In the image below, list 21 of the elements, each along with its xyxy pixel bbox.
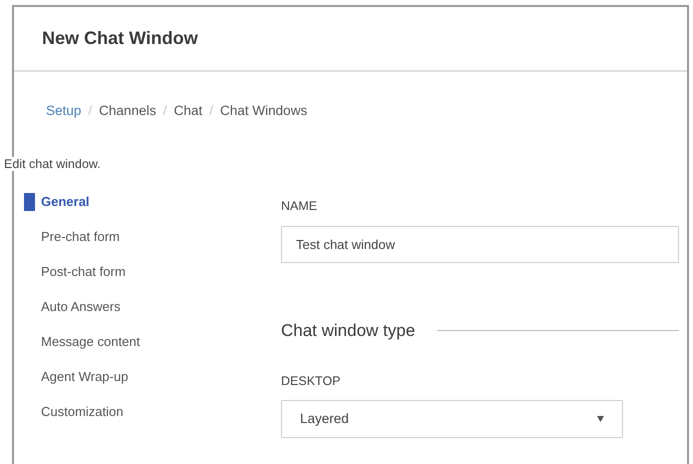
page-title: New Chat Window bbox=[42, 27, 198, 50]
breadcrumb-separator: / bbox=[163, 102, 167, 120]
breadcrumb-separator: / bbox=[209, 102, 214, 120]
breadcrumb-item[interactable]: Chat Windows bbox=[220, 101, 308, 122]
sidebar-item[interactable]: Auto Answers bbox=[41, 297, 120, 316]
sidebar-item[interactable]: General bbox=[41, 192, 90, 212]
breadcrumb-item[interactable]: Chat bbox=[174, 101, 202, 122]
breadcrumb-item[interactable]: Channels bbox=[99, 101, 156, 122]
sidebar-item[interactable]: Agent Wrap-up bbox=[41, 367, 128, 386]
field-label: DESKTOP bbox=[281, 372, 342, 390]
breadcrumb-separator: / bbox=[88, 102, 92, 120]
caret-icon bbox=[597, 416, 604, 422]
field-label: NAME bbox=[281, 198, 318, 216]
sidebar-item[interactable]: Message content bbox=[41, 332, 140, 352]
breadcrumb-link[interactable]: Setup bbox=[46, 101, 82, 122]
sidebar-item[interactable]: Pre-chat form bbox=[41, 227, 120, 246]
desktop-dropdown[interactable]: Layered bbox=[281, 400, 623, 438]
name-input-field[interactable]: Test chat window bbox=[281, 226, 679, 263]
sidebar-item[interactable]: Post-chat form bbox=[41, 262, 126, 282]
section-heading: Chat window type bbox=[281, 320, 416, 342]
sidebar-item[interactable]: Customization bbox=[41, 402, 124, 422]
